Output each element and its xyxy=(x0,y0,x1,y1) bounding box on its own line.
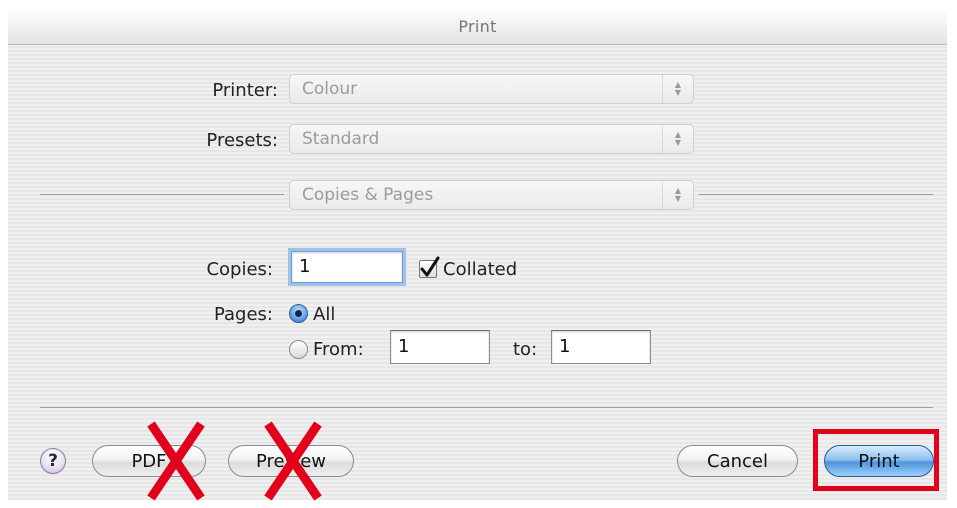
presets-label: Presets: xyxy=(206,130,278,151)
help-button[interactable]: ? xyxy=(40,448,66,474)
copies-label: Copies: xyxy=(206,259,273,280)
cancel-button[interactable]: Cancel xyxy=(677,445,798,477)
printer-popup[interactable]: Colour ▲ ▼ xyxy=(289,74,694,104)
printer-label: Printer: xyxy=(212,80,278,101)
print-highlight-box xyxy=(813,429,939,491)
popup-arrows-icon: ▲ ▼ xyxy=(662,181,693,209)
separator-right xyxy=(699,194,933,195)
pages-all-label: All xyxy=(313,304,336,325)
collated-checkbox[interactable] xyxy=(419,256,440,278)
popup-arrows-icon: ▲ ▼ xyxy=(662,75,693,103)
pages-from-label: From: xyxy=(313,339,364,360)
presets-value: Standard xyxy=(302,129,380,149)
pages-all-radio[interactable] xyxy=(289,304,308,323)
checkmark-icon xyxy=(420,256,440,277)
separator-left xyxy=(40,194,284,195)
collated-label: Collated xyxy=(443,259,518,280)
pages-from-input[interactable]: 1 xyxy=(390,330,490,364)
presets-popup[interactable]: Standard ▲ ▼ xyxy=(289,124,694,154)
panel-selector-value: Copies & Pages xyxy=(302,185,434,205)
popup-arrows-icon: ▲ ▼ xyxy=(662,125,693,153)
pages-to-label: to: xyxy=(513,339,538,360)
dialog-title: Print xyxy=(8,8,947,45)
pages-from-radio[interactable] xyxy=(289,340,308,359)
cross-mark-icon xyxy=(147,421,205,501)
printer-value: Colour xyxy=(302,79,358,99)
panel-selector-popup[interactable]: Copies & Pages ▲ ▼ xyxy=(289,180,694,210)
separator-bottom xyxy=(40,407,933,408)
cross-mark-icon xyxy=(264,421,322,501)
copies-input[interactable]: 1 xyxy=(291,251,403,283)
pages-label: Pages: xyxy=(213,304,273,325)
pages-to-input[interactable]: 1 xyxy=(551,330,651,364)
